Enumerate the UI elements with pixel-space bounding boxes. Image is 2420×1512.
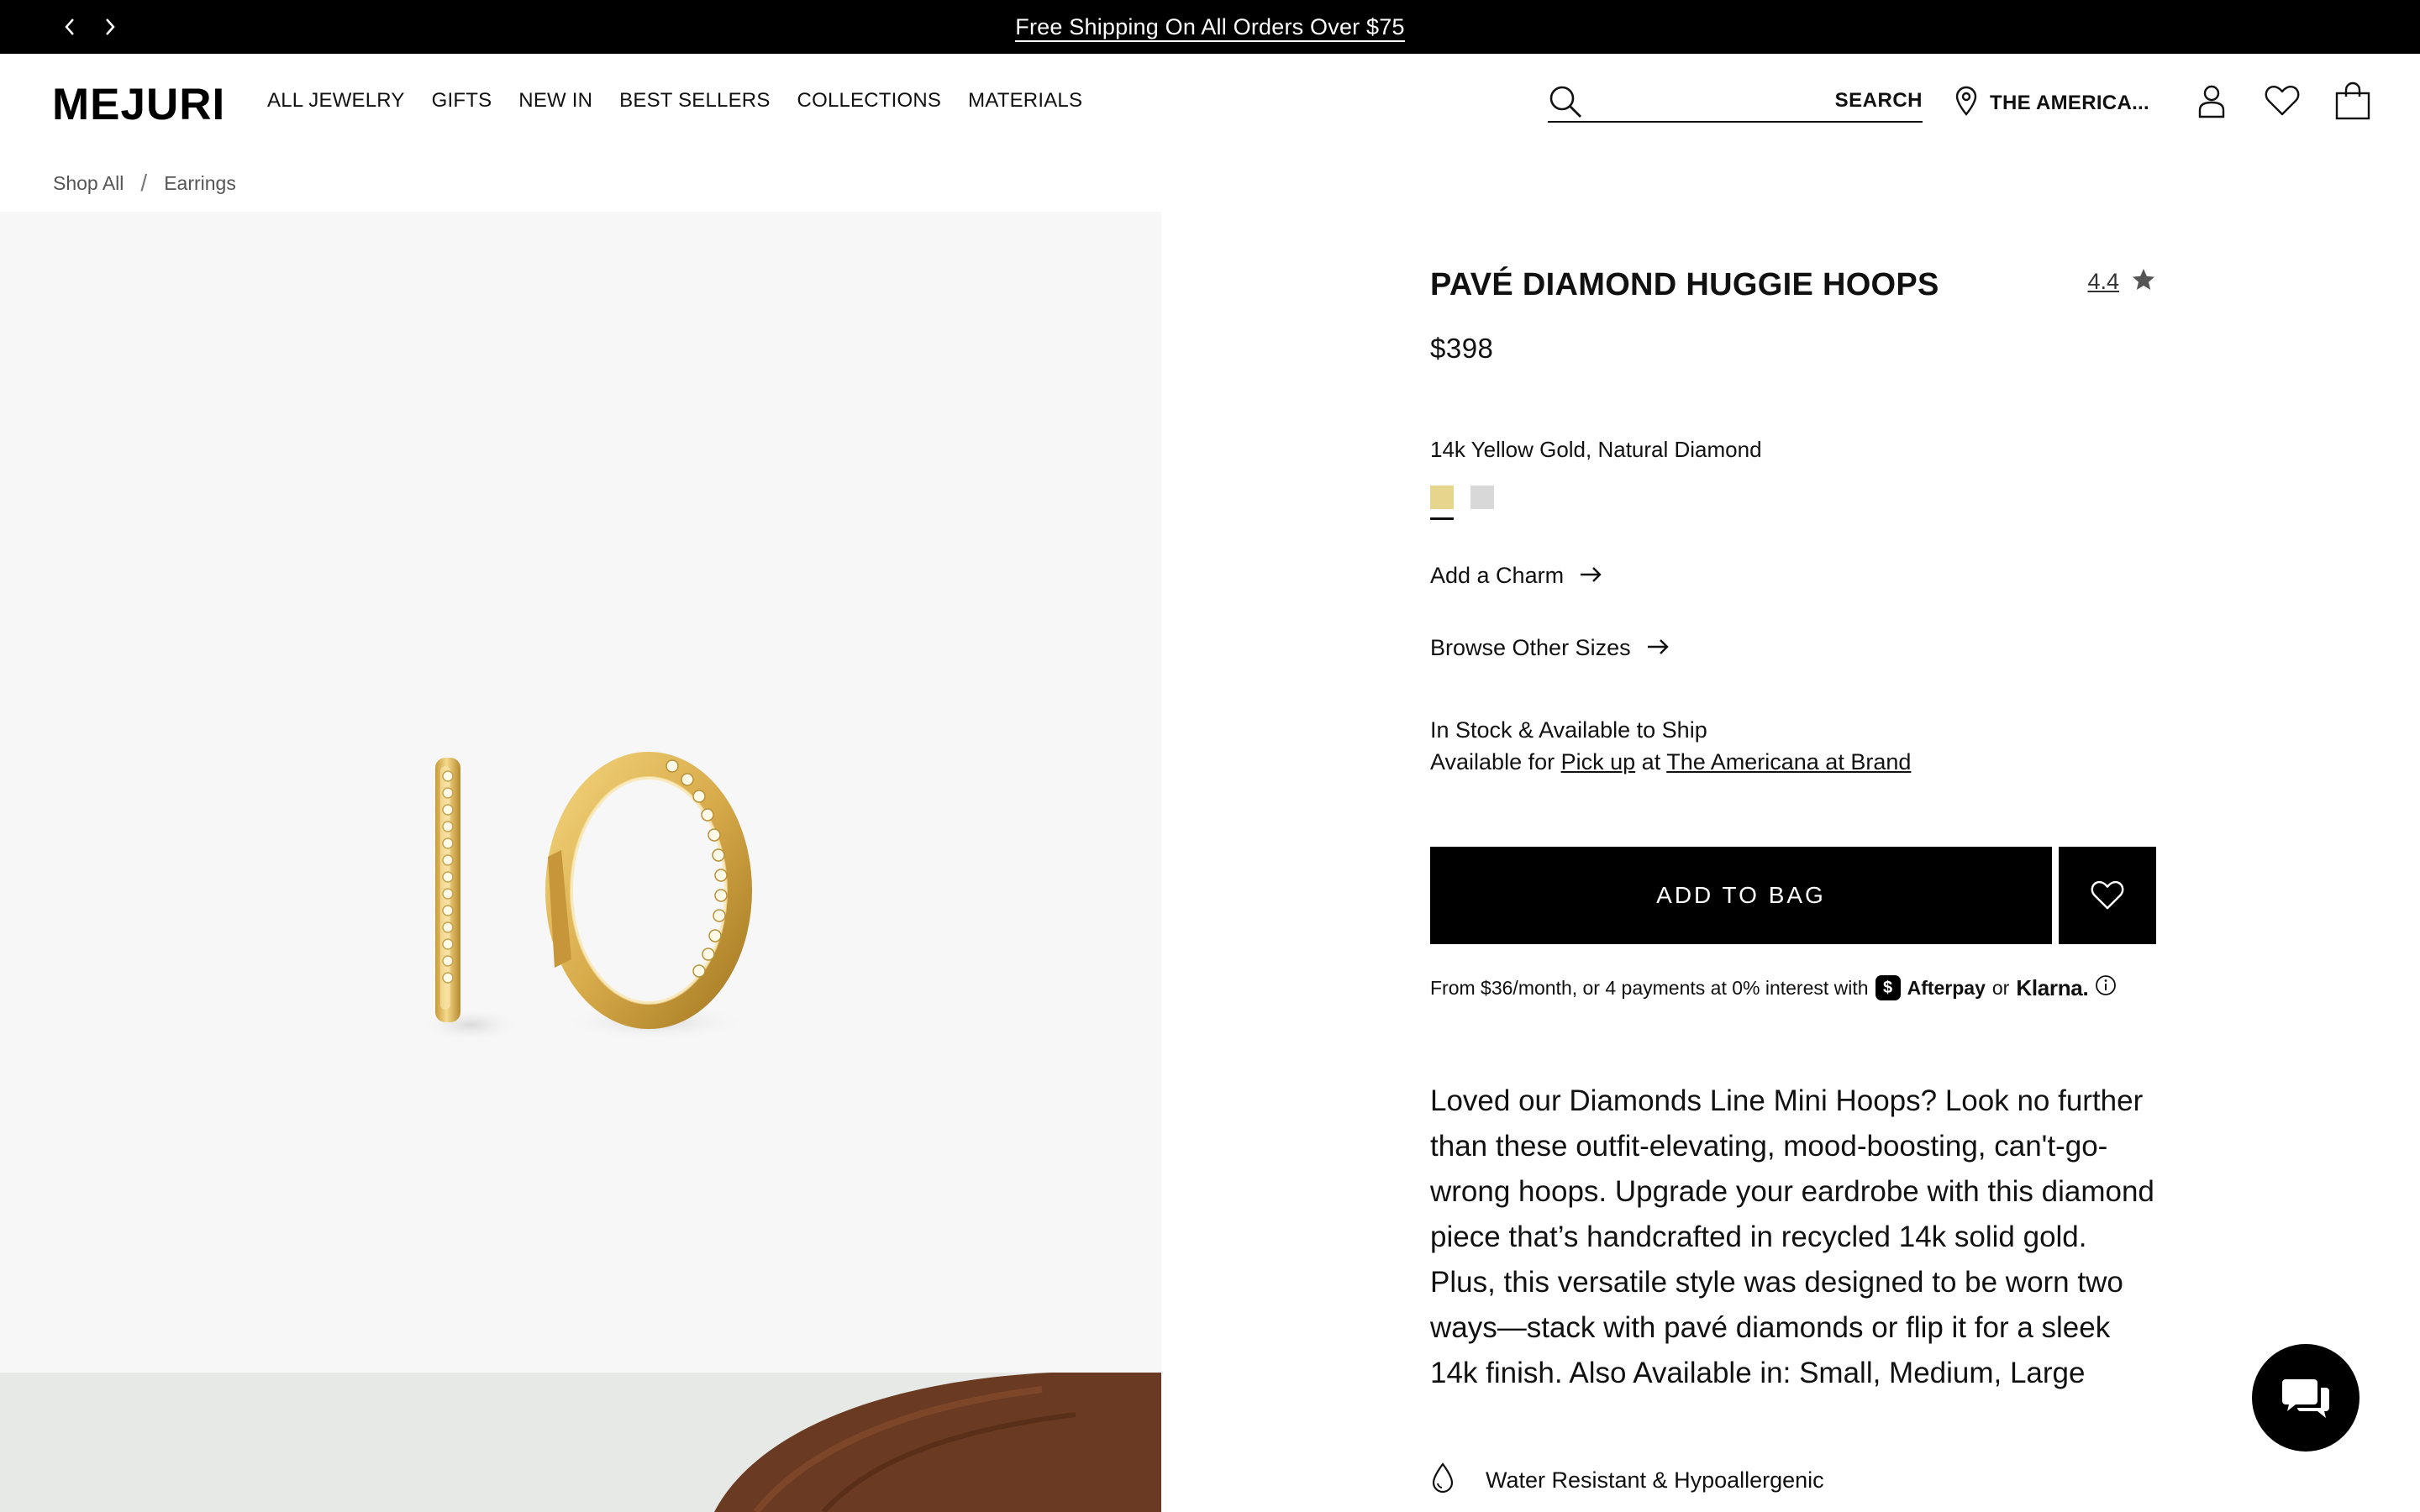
announcement-link[interactable]: Free Shipping On All Orders Over $75 [1015, 14, 1405, 42]
pay-later-or: or [1991, 976, 2010, 999]
swatch-white-gold[interactable] [1470, 486, 1494, 509]
search-bar: SEARCH [1548, 79, 1923, 123]
feature-label: Water Resistant & Hypoallergenic [1486, 1467, 1824, 1493]
account-icon[interactable] [2191, 81, 2232, 121]
search-input[interactable] [1595, 86, 1822, 116]
stock-info: In Stock & Available to Ship Available f… [1430, 714, 1911, 778]
chat-button[interactable] [2252, 1344, 2360, 1452]
nav-best-sellers[interactable]: BEST SELLERS [619, 89, 770, 113]
header-actions [2191, 81, 2373, 121]
wishlist-button[interactable] [2059, 847, 2156, 944]
stock-status: In Stock & Available to Ship [1430, 717, 1707, 743]
announcement-bar: Free Shipping On All Orders Over $75 [0, 0, 2420, 54]
nav-gifts[interactable]: GIFTS [432, 89, 492, 113]
browse-sizes-link[interactable]: Browse Other Sizes [1430, 635, 1670, 661]
swatch-yellow-gold[interactable] [1430, 486, 1454, 520]
store-label: THE AMERICA... [1990, 91, 2149, 114]
arrow-right-icon [1579, 563, 1602, 589]
pay-later-info: From $36/month, or 4 payments at 0% inte… [1430, 974, 2117, 1001]
afterpay-logo-icon: $ [1875, 975, 1901, 1000]
product-title: PAVÉ DIAMOND HUGGIE HOOPS [1430, 267, 1939, 302]
nav-new-in[interactable]: NEW IN [518, 89, 592, 113]
search-button[interactable]: SEARCH [1835, 89, 1923, 113]
star-icon [2131, 267, 2156, 297]
nav-all-jewelry[interactable]: ALL JEWELRY [267, 89, 405, 113]
water-drop-icon [1430, 1462, 1455, 1499]
location-pin-icon [1954, 86, 1978, 120]
model-hair-illustration [714, 1373, 1161, 1512]
browse-sizes-label: Browse Other Sizes [1430, 635, 1631, 660]
store-selector[interactable]: THE AMERICA... [1954, 86, 2149, 120]
breadcrumb-earrings[interactable]: Earrings [164, 172, 236, 195]
main-nav: ALL JEWELRY GIFTS NEW IN BEST SELLERS CO… [267, 89, 1082, 113]
breadcrumb: Shop All / Earrings [53, 170, 236, 197]
breadcrumb-shop-all[interactable]: Shop All [53, 172, 124, 195]
pickup-line: Available for Pick up at The Americana a… [1430, 746, 1911, 778]
product-description: Loved our Diamonds Line Mini Hoops? Look… [1430, 1084, 2154, 1389]
model-image[interactable] [0, 1373, 1161, 1512]
arrow-right-icon [1646, 635, 1670, 661]
klarna-label: Klarna. [2016, 974, 2089, 1000]
info-icon[interactable] [2095, 974, 2117, 1001]
nav-collections[interactable]: COLLECTIONS [797, 89, 942, 113]
material-swatches [1430, 486, 1494, 520]
feature-item: Water Resistant & Hypoallergenic [1430, 1462, 1824, 1499]
search-icon[interactable] [1548, 84, 1583, 123]
chat-bubble-icon [2282, 1379, 2329, 1418]
pickup-mid: at [1641, 749, 1661, 774]
rating-value[interactable]: 4.4 [2087, 269, 2119, 295]
hoop-earrings-illustration [420, 752, 752, 1042]
site-header: MEJURI ALL JEWELRY GIFTS NEW IN BEST SEL… [0, 54, 2420, 151]
product-image[interactable] [0, 212, 1161, 1373]
pickup-link[interactable]: Pick up [1561, 749, 1636, 774]
brand-logo[interactable]: MEJURI [52, 79, 225, 130]
breadcrumb-separator: / [140, 170, 148, 196]
announcement-message: Free Shipping On All Orders Over $75 [0, 14, 2420, 42]
wishlist-icon[interactable] [2262, 81, 2302, 121]
product-rating[interactable]: 4.4 [2087, 267, 2156, 297]
pickup-prefix: Available for [1430, 749, 1555, 774]
heart-icon [2091, 880, 2124, 910]
shopping-bag-icon[interactable] [2333, 81, 2373, 121]
nav-materials[interactable]: MATERIALS [968, 89, 1082, 113]
add-charm-link[interactable]: Add a Charm [1430, 563, 1602, 589]
product-price: $398 [1430, 333, 1494, 364]
add-charm-label: Add a Charm [1430, 563, 1565, 588]
afterpay-label: Afterpay [1907, 976, 1986, 999]
material-label: 14k Yellow Gold, Natural Diamond [1430, 437, 1762, 462]
pickup-store-link[interactable]: The Americana at Brand [1666, 749, 1911, 774]
add-to-bag-button[interactable]: ADD TO BAG [1430, 847, 2052, 944]
pay-later-text: From $36/month, or 4 payments at 0% inte… [1430, 976, 1869, 999]
